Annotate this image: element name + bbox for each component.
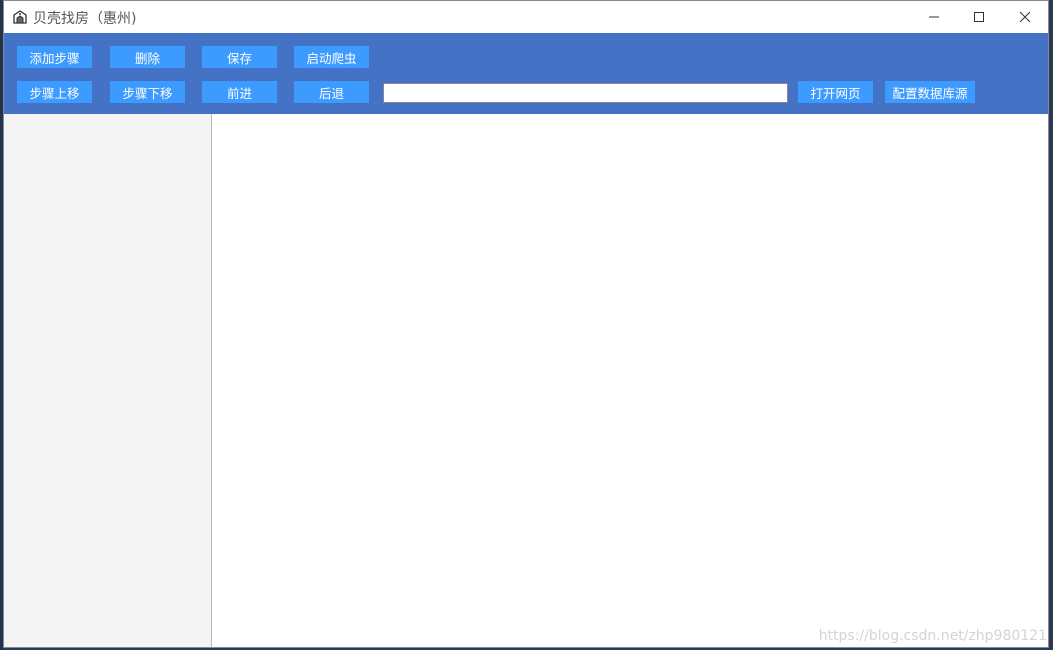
app-window: 贝壳找房（惠州) 添加步骤 删除 保存 启动爬虫 步骤上移 步骤下移 前进 后退 [3, 0, 1049, 648]
forward-button[interactable]: 前进 [202, 81, 277, 103]
move-step-up-button[interactable]: 步骤上移 [17, 81, 92, 103]
open-page-button[interactable]: 打开网页 [798, 81, 873, 103]
close-icon [1019, 11, 1031, 23]
back-button[interactable]: 后退 [294, 81, 369, 103]
save-button[interactable]: 保存 [202, 46, 277, 68]
watermark: https://blog.csdn.net/zhp980121 [818, 628, 1047, 644]
minimize-button[interactable] [911, 1, 957, 33]
minimize-icon [929, 16, 939, 18]
url-input[interactable] [383, 83, 788, 103]
web-view-panel[interactable] [212, 114, 1048, 647]
configure-database-button[interactable]: 配置数据库源 [885, 81, 975, 103]
app-icon [12, 10, 28, 25]
toolbar: 添加步骤 删除 保存 启动爬虫 步骤上移 步骤下移 前进 后退 打开网页 配置数… [4, 33, 1048, 114]
steps-list-panel[interactable] [4, 114, 212, 647]
move-step-down-button[interactable]: 步骤下移 [110, 81, 185, 103]
add-step-button[interactable]: 添加步骤 [17, 46, 92, 68]
close-button[interactable] [1002, 1, 1048, 33]
delete-button[interactable]: 删除 [110, 46, 185, 68]
maximize-icon [974, 12, 984, 22]
start-crawler-button[interactable]: 启动爬虫 [294, 46, 369, 68]
maximize-button[interactable] [956, 1, 1002, 33]
title-bar: 贝壳找房（惠州) [4, 1, 1048, 33]
window-title: 贝壳找房（惠州) [33, 11, 137, 27]
